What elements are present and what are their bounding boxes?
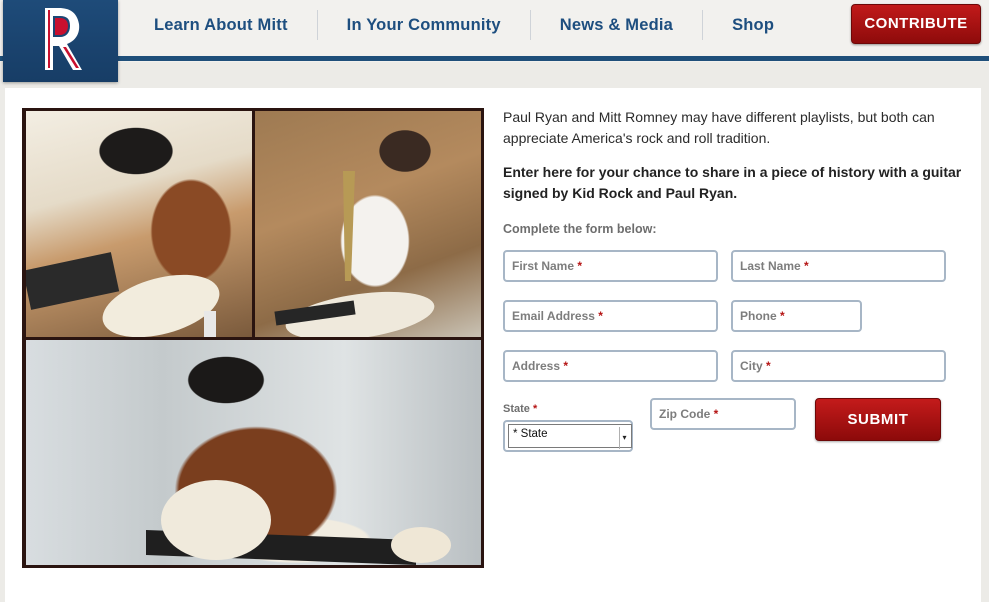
phone-placeholder: Phone: [740, 309, 777, 323]
guitar-photo-detail-3: [146, 480, 451, 565]
photo-guitar-signing-kid-rock: [26, 111, 252, 337]
required-mark: *: [532, 403, 538, 415]
required-mark: *: [598, 309, 603, 323]
intro-text: Paul Ryan and Mitt Romney may have diffe…: [503, 109, 935, 146]
city-placeholder: City: [740, 359, 763, 373]
zip-code-placeholder: Zip Code: [659, 407, 711, 421]
dropdown-arrow-icon[interactable]: ▾: [619, 427, 629, 449]
address-field[interactable]: Address *: [503, 350, 718, 382]
first-name-placeholder: First Name: [512, 259, 575, 273]
first-name-field[interactable]: First Name *: [503, 250, 718, 282]
email-field[interactable]: Email Address *: [503, 300, 718, 332]
nav-news-media[interactable]: News & Media: [531, 10, 704, 40]
main-nav: Learn About Mitt In Your Community News …: [118, 0, 803, 50]
email-placeholder: Email Address: [512, 309, 595, 323]
romney-r-logo-icon: [45, 8, 82, 70]
state-label: State *: [503, 403, 537, 415]
nav-learn-about-mitt[interactable]: Learn About Mitt: [118, 10, 318, 40]
city-field[interactable]: City *: [731, 350, 946, 382]
required-mark: *: [577, 259, 583, 273]
sweepstakes-callout: Enter here for your chance to share in a…: [503, 164, 962, 201]
last-name-placeholder: Last Name: [740, 259, 801, 273]
state-label-text: State: [503, 403, 530, 415]
contribute-button[interactable]: CONTRIBUTE: [851, 4, 981, 44]
submit-button[interactable]: SUBMIT: [815, 398, 941, 441]
guitar-photo-detail: [26, 252, 220, 337]
zip-code-field[interactable]: Zip Code *: [650, 398, 796, 430]
required-mark: *: [804, 259, 809, 273]
phone-field[interactable]: Phone *: [731, 300, 862, 332]
site-logo[interactable]: [3, 0, 118, 82]
last-name-field[interactable]: Last Name *: [731, 250, 946, 282]
state-select-value[interactable]: * State ▾: [508, 424, 632, 449]
form-title: Complete the form below:: [503, 222, 657, 236]
required-mark: *: [713, 407, 719, 421]
header-divider: [0, 56, 989, 61]
photo-kid-rock-with-guitar: [26, 340, 481, 565]
nav-in-your-community[interactable]: In Your Community: [318, 10, 531, 40]
nav-shop[interactable]: Shop: [703, 10, 803, 40]
required-mark: *: [563, 359, 569, 373]
address-placeholder: Address: [512, 359, 561, 373]
required-mark: *: [766, 359, 771, 373]
guitar-photo-detail-2: [274, 171, 435, 337]
photo-guitar-signing-paul-ryan: [255, 111, 481, 337]
state-select[interactable]: * State ▾: [503, 420, 633, 452]
required-mark: *: [780, 309, 785, 323]
state-selected-text: * State: [513, 428, 548, 440]
